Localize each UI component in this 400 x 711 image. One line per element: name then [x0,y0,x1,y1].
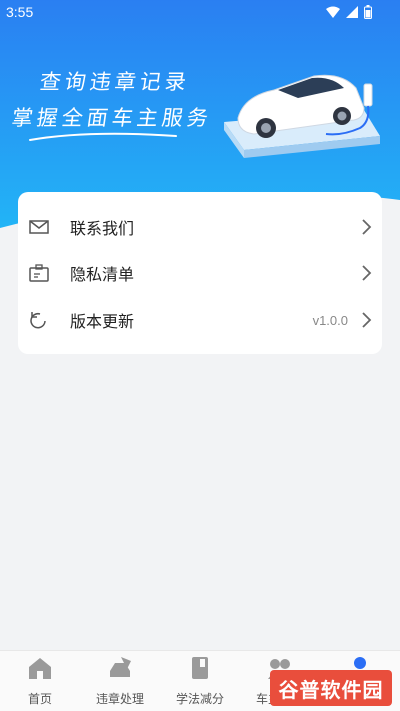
status-icons [326,5,372,19]
privacy-list-row[interactable]: 隐私清单 [18,250,382,296]
mail-icon [28,216,50,238]
version-update-row[interactable]: 版本更新 v1.0.0 [18,297,382,343]
privacy-list-label: 隐私清单 [70,265,135,284]
car-illustration [224,74,380,158]
refresh-icon [28,309,50,331]
chevron-right-icon [362,219,372,235]
tab-home[interactable]: 首页 [0,651,80,711]
status-bar: 3:55 [0,0,400,26]
hero-title-line1: 查询违章记录 [38,70,192,94]
watermark-text: 谷普软件园 [278,677,384,702]
tab-violation-label: 违章处理 [95,692,144,706]
battery-icon [364,5,372,19]
chevron-right-icon [362,265,372,281]
chevron-right-icon [362,312,372,328]
signal-icon [346,6,358,18]
contact-us-label: 联系我们 [70,219,135,238]
id-card-icon [28,262,50,284]
home-icon [29,658,51,679]
version-update-label: 版本更新 [70,312,135,331]
contact-us-row[interactable]: 联系我们 [18,204,382,250]
tab-home-label: 首页 [27,692,52,706]
watermark-logo: 谷普软件园 [270,670,392,706]
book-icon [192,657,208,679]
settings-card: 联系我们 隐私清单 版本更新 v1.0.0 [18,192,382,354]
tab-study-label: 学法减分 [175,692,224,706]
wifi-icon [326,6,340,18]
tab-violation[interactable]: 违章处理 [80,651,160,711]
status-time: 3:55 [6,4,34,20]
tab-study[interactable]: 学法减分 [160,651,240,711]
car-ticket-icon [110,657,131,677]
hero-swoosh-decoration [29,132,177,141]
version-number: v1.0.0 [312,312,348,328]
